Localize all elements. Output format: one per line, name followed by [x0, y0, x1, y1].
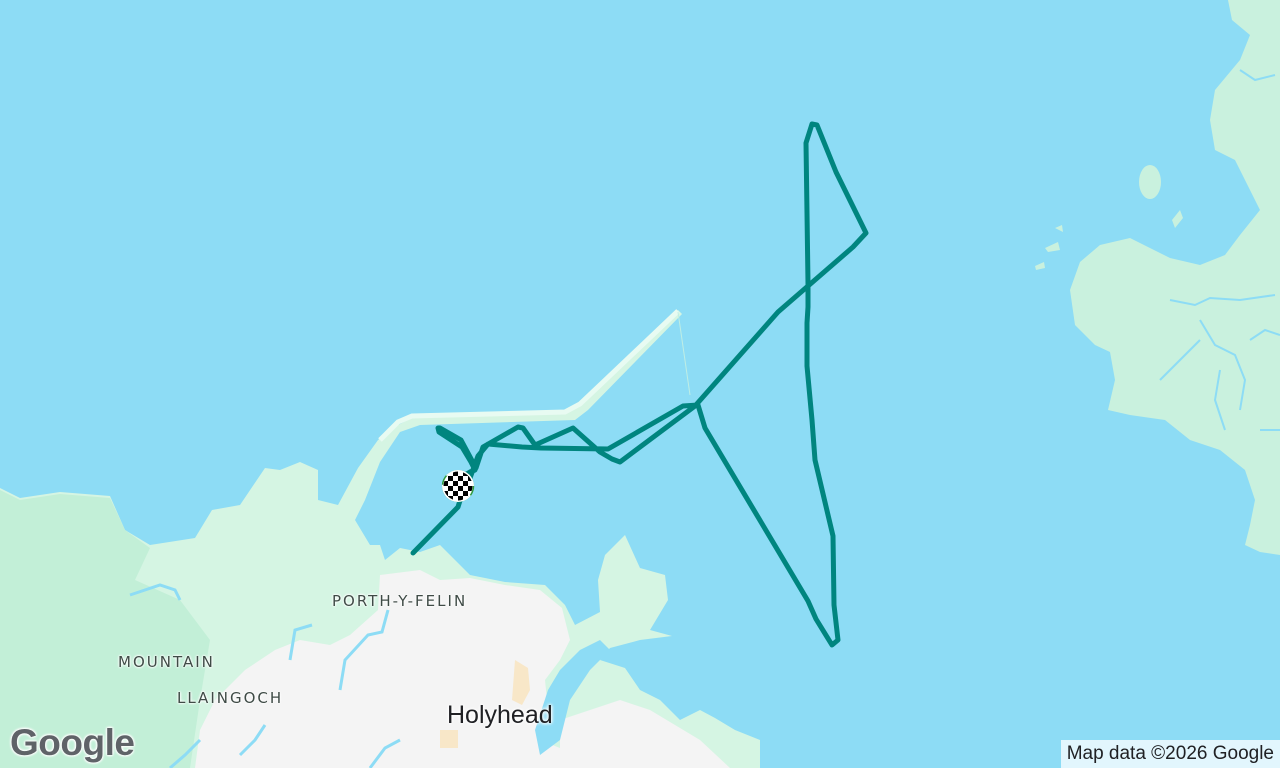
harbour-block: [440, 730, 458, 748]
google-logo[interactable]: Google: [10, 722, 135, 764]
town-label-holyhead: Holyhead: [447, 701, 553, 729]
map-attribution[interactable]: Map data ©2026 Google: [1060, 740, 1280, 768]
place-label-llaingoch: LLAINGOCH: [177, 689, 284, 707]
place-label-mountain: MOUNTAIN: [118, 653, 215, 671]
island-1: [1139, 165, 1161, 199]
checkered-flag-icon[interactable]: [441, 469, 475, 503]
place-label-porth-y-felin: PORTH-Y-FELIN: [332, 592, 468, 610]
